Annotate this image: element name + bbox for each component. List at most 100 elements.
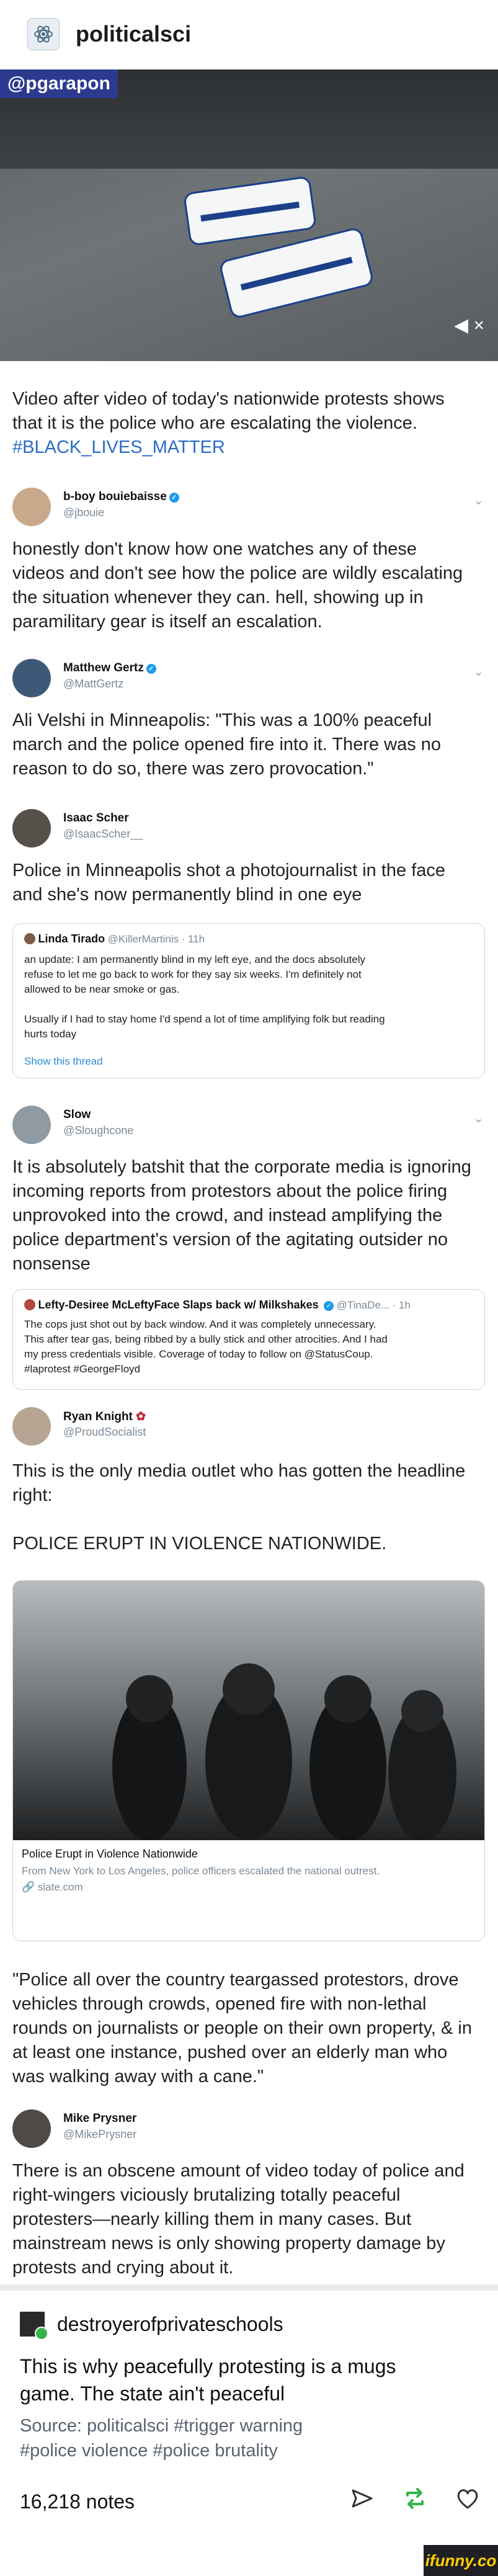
quote-line: The cops just shot out by back window. A… <box>24 1318 376 1330</box>
tweet-line: rounds on journalists or people on their… <box>12 2018 473 2038</box>
quote-handle[interactable]: @KillerMartinis <box>108 933 179 945</box>
quote-line: #laprotest #GeorgeFloyd <box>24 1363 141 1375</box>
avatar[interactable] <box>12 488 51 526</box>
reblog-icon[interactable] <box>402 2487 427 2510</box>
tweet-handle[interactable]: @MikePrysner <box>63 2128 136 2141</box>
tweet-line: incoming reports from protestors about t… <box>12 1181 448 1201</box>
chevron-down-icon[interactable]: ⌄ <box>473 1111 484 1126</box>
heart-icon[interactable] <box>456 2487 479 2510</box>
quote-handle[interactable]: @TinaDe... <box>337 1299 390 1311</box>
tweet-headline: POLICE ERUPT IN VIOLENCE NATIONWIDE. <box>12 1534 387 1554</box>
tags-line[interactable]: #police violence #police brutality <box>20 2438 479 2463</box>
tweet-text: This is the only media outlet who has go… <box>12 1459 484 1556</box>
avatar[interactable] <box>12 809 51 847</box>
quoted-tweet[interactable]: Linda Tirado @KillerMartinis · 11h an up… <box>12 923 485 1078</box>
riot-police-illustration <box>13 1581 484 1841</box>
reblogger-name[interactable]: destroyerofprivateschools <box>57 2313 283 2336</box>
quote-line: refuse to let me go back to work for the… <box>24 968 362 980</box>
tweet-line: mainstream news is only showing property… <box>12 2234 445 2253</box>
tweet-line: paramilitary gear is itself an escalatio… <box>12 612 322 632</box>
tweet-text: Ali Velshi in Minneapolis: "This was a 1… <box>12 709 484 781</box>
reblogger-avatar[interactable] <box>20 2312 48 2340</box>
blog-avatar[interactable] <box>27 18 60 50</box>
chevron-down-icon[interactable]: ⌄ <box>473 664 484 679</box>
blog-name[interactable]: politicalsci <box>76 21 191 47</box>
card-site-label: slate.com <box>37 1881 83 1893</box>
card-description: From New York to Los Angeles, police off… <box>22 1865 380 1877</box>
mute-icon[interactable]: × <box>473 315 484 336</box>
quote-line: Usually if I had to stay home I'd spend … <box>24 1013 385 1025</box>
tweet-line: videos and don't see how the police are … <box>12 563 463 583</box>
quote-time: · 1h <box>392 1299 411 1311</box>
tweet-line: "Police all over the country teargassed … <box>12 1970 459 1990</box>
tweet-handle[interactable]: @jbouie <box>63 506 104 519</box>
post-caption: Video after video of today's nationwide … <box>12 387 484 460</box>
tweet-header: Slow @Sloughcone ⌄ <box>12 1102 484 1152</box>
tweet-line: unprovoked into the crowd, and instead a… <box>12 1205 443 1225</box>
tweet-line: It is absolutely batshit that the corpor… <box>12 1157 471 1177</box>
tweet-line: right-wingers viciously brutalizing tota… <box>12 2185 401 2205</box>
volume-icon[interactable]: ◀ <box>454 315 468 336</box>
verified-icon: ✓ <box>146 664 156 674</box>
quote-author-name[interactable]: Lefty-Desiree McLeftyFace Slaps back w/ … <box>38 1299 318 1311</box>
tweet-line: Ali Velshi in Minneapolis: "This was a 1… <box>12 710 432 730</box>
tweet-line: and she's now permanently blind in one e… <box>12 885 362 905</box>
rose-icon: ✿ <box>136 1410 146 1423</box>
show-thread-link[interactable]: Show this thread <box>24 1055 103 1068</box>
post-tags[interactable]: Source: politicalsci #trigger warning #p… <box>20 2413 479 2463</box>
tweet-line: march and the police opened fire into it… <box>12 735 442 754</box>
video-frame[interactable]: @pgarapon ◀ × <box>0 69 498 361</box>
divider <box>0 2284 498 2291</box>
quoted-tweet[interactable]: Lefty-Desiree McLeftyFace Slaps back w/ … <box>12 1289 485 1390</box>
atom-icon <box>34 25 53 43</box>
tags-line[interactable]: Source: politicalsci #trigger warning <box>20 2413 479 2438</box>
tweet-header: b-boy bouiebaisse ✓ @jbouie ⌄ <box>12 484 484 534</box>
quote-line: This after tear gas, being ribbed by a b… <box>24 1333 388 1345</box>
reblog-badge-icon <box>35 2327 48 2340</box>
tweet-author-name[interactable]: b-boy bouiebaisse <box>63 490 167 503</box>
tweet-header: Mike Prysner @MikePrysner <box>12 2106 484 2155</box>
tweet-line: reason to do so, there was zero provocat… <box>12 759 374 779</box>
video-controls[interactable]: ◀ × <box>454 315 484 336</box>
avatar[interactable] <box>12 1106 51 1144</box>
avatar[interactable] <box>12 2109 51 2148</box>
quote-text: The cops just shot out by back window. A… <box>24 1317 473 1377</box>
notes-count[interactable]: 16,218 notes <box>20 2490 135 2513</box>
tweet-author-name[interactable]: Ryan Knight <box>63 1410 133 1423</box>
tweet-line: There is an obscene amount of video toda… <box>12 2161 465 2181</box>
quote-avatar-icon <box>24 933 35 944</box>
verified-icon: ✓ <box>169 493 179 503</box>
caption-line: Video after video of today's nationwide … <box>12 389 445 409</box>
card-title[interactable]: Police Erupt in Violence Nationwide <box>22 1848 198 1861</box>
avatar[interactable] <box>12 659 51 697</box>
quote-line: allowed to be near smoke or gas. <box>24 983 180 995</box>
tweet-line: protests and crying about it. <box>12 2258 234 2278</box>
tweet-handle[interactable]: @Sloughcone <box>63 1124 133 1137</box>
quote-avatar-icon <box>24 1299 35 1310</box>
quote-line: an update: I am permanently blind in my … <box>24 954 365 965</box>
tweet-line: nonsense <box>12 1254 91 1274</box>
tweet-author-name[interactable]: Matthew Gertz <box>63 661 144 674</box>
article-image <box>13 1581 484 1841</box>
chevron-down-icon[interactable]: ⌄ <box>473 493 484 508</box>
tweet-line: protesters—nearly killing them in many c… <box>12 2209 412 2229</box>
tweet-author-name[interactable]: Slow <box>63 1108 91 1122</box>
post-header: politicalsci <box>0 0 498 68</box>
tweet-text: There is an obscene amount of video toda… <box>12 2159 484 2280</box>
video-handle: @pgarapon <box>0 69 118 98</box>
quote-author-name[interactable]: Linda Tirado <box>38 932 105 945</box>
tweet-handle[interactable]: @MattGertz <box>63 678 123 691</box>
tweet-handle[interactable]: @ProudSocialist <box>63 1426 146 1439</box>
tweet-handle[interactable]: @IsaacScher__ <box>63 828 143 841</box>
tweet-header: Isaac Scher @IsaacScher__ <box>12 805 484 855</box>
caption-hashtag[interactable]: #BLACK_LIVES_MATTER <box>12 436 484 460</box>
tweet-author-name[interactable]: Mike Prysner <box>63 2112 136 2126</box>
tweet-author-name[interactable]: Isaac Scher <box>63 812 129 825</box>
send-icon[interactable] <box>350 2487 374 2510</box>
avatar[interactable] <box>12 1407 51 1446</box>
link-card[interactable]: Police Erupt in Violence Nationwide From… <box>12 1580 485 1941</box>
verified-icon: ✓ <box>324 1301 334 1311</box>
post-footer: 16,218 notes <box>0 2482 498 2525</box>
card-site[interactable]: 🔗 slate.com <box>22 1881 83 1894</box>
reblog-comment: This is why peacefully protesting is a m… <box>20 2353 479 2407</box>
